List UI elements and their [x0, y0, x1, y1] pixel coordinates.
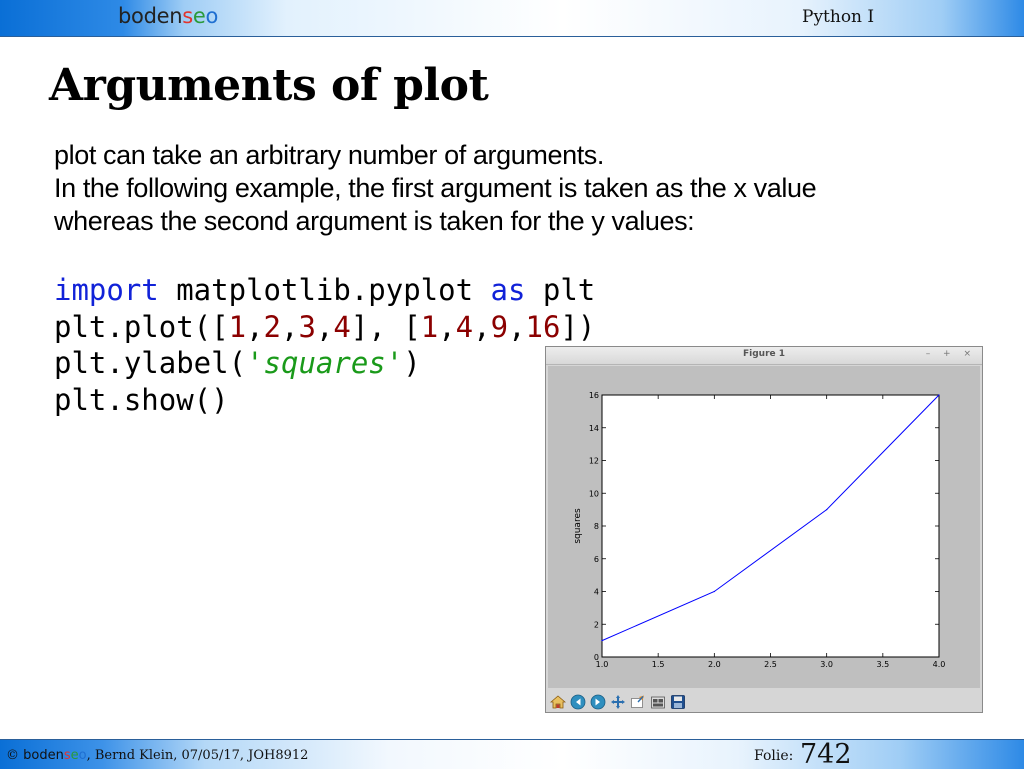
back-arrow-icon[interactable]: [569, 693, 586, 710]
x-tick-label: 2.5: [764, 660, 777, 669]
code-line-1: import matplotlib.pyplot as plt: [54, 272, 595, 309]
code-line-3: plt.ylabel('squares'): [54, 345, 595, 382]
copyright-symbol: ©: [6, 748, 24, 763]
keyword-import: import: [54, 273, 159, 307]
intro-line-1: plot can take an arbitrary number of arg…: [54, 140, 604, 170]
code-line-2: plt.plot([1,2,3,4], [1,4,9,16]): [54, 309, 595, 346]
y-tick-label: 10: [589, 489, 599, 498]
code-comma: ,: [473, 309, 491, 344]
header-bar: bodenseo Python I: [0, 0, 1024, 37]
code-text: plt.plot([: [54, 309, 229, 344]
footer-logo-text: boden: [23, 748, 64, 763]
plot-area: 1.0 1.5 2.0 2.5 3.0 3.5 4.0 0 2 4 6 8 10 12 14 16 square…: [548, 366, 980, 688]
x-tick-label: 1.5: [652, 660, 665, 669]
code-number: 1: [420, 309, 439, 344]
keyword-as: as: [490, 273, 526, 307]
code-text: matplotlib.pyplot: [158, 273, 491, 307]
author-date: , Bernd Klein, 07/05/17, JOH8912: [86, 748, 309, 763]
data-point: [826, 509, 828, 511]
zoom-icon[interactable]: [629, 693, 646, 710]
y-tick-label: 8: [594, 522, 599, 531]
y-tick-label: 0: [594, 653, 599, 662]
window-controls[interactable]: – + ×: [926, 349, 976, 359]
slide-number: 742: [800, 739, 852, 770]
slide-number-label: Folie:: [754, 748, 794, 764]
code-block: import matplotlib.pyplot as plt plt.plot(…: [54, 272, 595, 418]
code-number: 3: [298, 309, 316, 344]
home-icon[interactable]: [549, 693, 566, 710]
code-number: 9: [490, 309, 509, 344]
logo-text: boden: [118, 4, 183, 28]
figure-titlebar[interactable]: Figure 1 – + ×: [546, 347, 982, 365]
save-icon[interactable]: [669, 693, 686, 710]
y-tick-label: 4: [594, 588, 599, 597]
code-comma: ,: [438, 309, 456, 344]
logo-letter-o: o: [205, 4, 219, 28]
y-tick-label: 14: [589, 424, 599, 433]
code-text: ): [403, 346, 421, 380]
code-string: 'squares': [246, 346, 404, 380]
code-comma: ,: [508, 309, 526, 344]
axes-frame: [601, 394, 940, 658]
footer-logo-s: s: [63, 748, 71, 763]
bodenseo-logo: bodenseo: [118, 4, 218, 28]
y-tick-label: 2: [594, 620, 599, 629]
data-point: [938, 394, 940, 396]
footer-logo-o: o: [78, 748, 87, 763]
footer-logo: bodenseo: [23, 748, 86, 763]
pan-icon[interactable]: [609, 693, 626, 710]
intro-text: plot can take an arbitrary number of arg…: [54, 139, 974, 238]
x-tick-label: 3.5: [876, 660, 889, 669]
x-tick-label: 3.0: [820, 660, 833, 669]
code-number: 4: [333, 309, 351, 344]
y-axis-label: squares: [573, 508, 583, 544]
x-tick-label: 2.0: [708, 660, 721, 669]
footer-bar: © bodenseo, Bernd Klein, 07/05/17, JOH89…: [0, 739, 1024, 770]
slide-title: Arguments of plot: [49, 60, 489, 111]
footer-logo-e: e: [70, 748, 79, 763]
code-comma: ,: [281, 309, 299, 344]
y-tick-label: 12: [589, 457, 599, 466]
forward-arrow-icon[interactable]: [589, 693, 606, 710]
intro-line-3: whereas the second argument is taken for…: [54, 206, 695, 236]
code-number: 16: [525, 309, 561, 344]
course-title: Python I: [802, 7, 875, 27]
code-number: 2: [263, 309, 282, 344]
y-tick-label: 16: [589, 391, 599, 400]
intro-line-2: In the following example, the first argu…: [54, 173, 817, 203]
subplots-icon[interactable]: [649, 693, 666, 710]
figure-window[interactable]: Figure 1 – + × 1.0 1.5 2.0 2.5 3.0 3.5 4.0 0 2 4 6…: [545, 346, 983, 713]
copyright-text: © bodenseo, Bernd Klein, 07/05/17, JOH89…: [6, 748, 308, 763]
code-text: plt: [525, 273, 596, 307]
code-text: ], [: [350, 309, 421, 344]
code-text: plt.ylabel(: [54, 346, 247, 380]
figure-title: Figure 1: [742, 349, 786, 359]
code-comma: ,: [246, 309, 264, 344]
data-point: [713, 590, 715, 593]
code-number: 1: [228, 309, 247, 344]
code-text: ]): [560, 309, 596, 344]
code-number: 4: [455, 309, 474, 344]
line-chart: 1.0 1.5 2.0 2.5 3.0 3.5 4.00246810121416square…: [573, 391, 946, 669]
logo-letter-s: s: [182, 4, 193, 28]
logo-letter-e: e: [192, 4, 206, 28]
code-comma: ,: [315, 309, 334, 344]
y-tick-label: 6: [594, 555, 599, 564]
data-point: [601, 640, 603, 642]
figure-toolbar: [548, 692, 980, 712]
code-line-4: plt.show(): [54, 382, 229, 417]
x-tick-label: 4.0: [933, 660, 946, 669]
